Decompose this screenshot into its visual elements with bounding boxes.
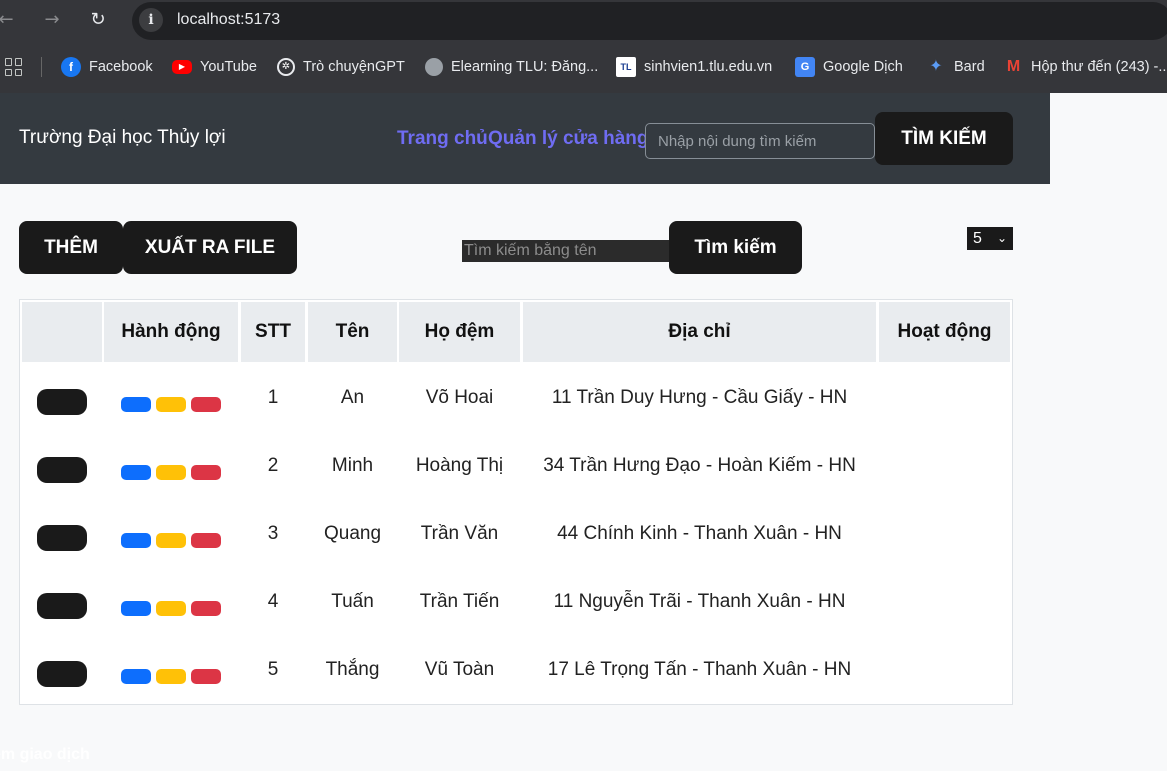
- cell-stt: 4: [267, 591, 279, 612]
- row-select-button[interactable]: [37, 593, 87, 619]
- bookmark-label: YouTube: [200, 59, 257, 75]
- page-size-select[interactable]: 5 ⌄: [967, 227, 1013, 250]
- bookmark-label: Facebook: [89, 59, 153, 75]
- delete-button[interactable]: [191, 669, 221, 684]
- page-size-value: 5: [973, 230, 982, 247]
- address-bar[interactable]: [132, 2, 1167, 40]
- header-search-input[interactable]: [645, 123, 875, 159]
- url-text[interactable]: localhost:5173: [177, 11, 280, 29]
- edit-button[interactable]: [121, 669, 151, 684]
- cell-address: 34 Trần Hưng Đạo - Hoàn Kiếm - HN: [543, 455, 856, 476]
- delete-button[interactable]: [191, 465, 221, 480]
- bookmark-label: Google Dịch: [823, 59, 903, 75]
- cell-name: Quang: [323, 523, 382, 544]
- youtube-icon: ▶: [172, 60, 192, 74]
- bard-icon: ✦: [929, 58, 943, 75]
- bookmark-youtube[interactable]: ▶ YouTube: [172, 56, 257, 78]
- column-header-address: Địa chỉ: [523, 302, 876, 362]
- add-button[interactable]: THÊM: [19, 221, 123, 274]
- globe-icon: [425, 58, 443, 76]
- delete-button[interactable]: [191, 533, 221, 548]
- view-button[interactable]: [156, 533, 186, 548]
- nav-home-link[interactable]: Trang chủ: [397, 128, 488, 150]
- nav-store-management-link[interactable]: Quản lý cửa hàng: [488, 128, 649, 150]
- bookmark-label: Bard: [954, 59, 985, 75]
- view-button[interactable]: [156, 669, 186, 684]
- column-header-middle-name: Họ đệm: [399, 302, 520, 362]
- cell-name: Thắng: [325, 659, 380, 680]
- name-search-input[interactable]: [462, 240, 669, 262]
- cell-name: An: [340, 387, 365, 408]
- bookmark-label: Trò chuyệnGPT: [303, 59, 405, 75]
- cell-stt: 3: [267, 523, 279, 544]
- facebook-icon: f: [61, 57, 81, 77]
- view-button[interactable]: [156, 397, 186, 412]
- edit-button[interactable]: [121, 465, 151, 480]
- brand-title[interactable]: Trường Đại học Thủy lợi: [19, 127, 226, 149]
- forward-arrow-icon[interactable]: →: [40, 8, 64, 32]
- cell-stt: 2: [267, 455, 279, 476]
- column-header-select: [22, 302, 102, 362]
- bookmark-sinhvien[interactable]: TL sinhvien1.tlu.edu.vn: [616, 56, 772, 78]
- site-info-icon[interactable]: [139, 8, 163, 32]
- gmail-icon: M: [1006, 58, 1021, 75]
- bookmark-label: Hộp thư đến (243) -...: [1031, 59, 1167, 75]
- edit-button[interactable]: [121, 601, 151, 616]
- cell-middle-name: Hoàng Thị: [415, 455, 504, 476]
- search-button[interactable]: Tìm kiếm: [669, 221, 802, 274]
- bookmarks-separator: [41, 57, 42, 77]
- footer-text: êm giao dịch: [0, 746, 90, 763]
- column-header-stt: STT: [241, 302, 305, 362]
- row-select-button[interactable]: [37, 389, 87, 415]
- cell-stt: 1: [267, 387, 279, 408]
- cell-middle-name: Trần Văn: [420, 523, 499, 544]
- delete-button[interactable]: [191, 397, 221, 412]
- row-select-button[interactable]: [37, 457, 87, 483]
- bookmark-chatgpt[interactable]: ✲ Trò chuyệnGPT: [277, 56, 405, 78]
- row-select-button[interactable]: [37, 525, 87, 551]
- export-file-button[interactable]: XUẤT RA FILE: [123, 221, 297, 274]
- apps-grid-icon[interactable]: [5, 58, 23, 76]
- cell-address: 11 Nguyễn Trãi - Thanh Xuân - HN: [553, 591, 846, 612]
- edit-button[interactable]: [121, 533, 151, 548]
- delete-button[interactable]: [191, 601, 221, 616]
- tlu-icon: TL: [616, 57, 636, 77]
- bookmark-elearning[interactable]: Elearning TLU: Đăng...: [425, 56, 598, 78]
- cell-name: Minh: [331, 455, 374, 476]
- column-header-activity: Hoạt động: [879, 302, 1010, 362]
- view-button[interactable]: [156, 601, 186, 616]
- header-search-button[interactable]: TÌM KIẾM: [875, 112, 1013, 165]
- cell-middle-name: Võ Hoai: [425, 387, 494, 408]
- chatgpt-icon: ✲: [277, 58, 295, 76]
- cell-middle-name: Trần Tiến: [419, 591, 500, 612]
- cell-address: 11 Trần Duy Hưng - Cầu Giấy - HN: [551, 387, 848, 408]
- column-header-actions: Hành động: [104, 302, 238, 362]
- bookmark-facebook[interactable]: f Facebook: [61, 56, 153, 78]
- edit-button[interactable]: [121, 397, 151, 412]
- reload-icon[interactable]: ↻: [86, 8, 110, 32]
- cell-address: 44 Chính Kinh - Thanh Xuân - HN: [557, 523, 842, 544]
- bookmark-gmail[interactable]: M Hộp thư đến (243) -...: [1004, 56, 1167, 78]
- column-header-name: Tên: [308, 302, 397, 362]
- bookmark-label: Elearning TLU: Đăng...: [451, 59, 599, 75]
- cell-middle-name: Vũ Toàn: [424, 659, 495, 680]
- cell-address: 17 Lê Trọng Tấn - Thanh Xuân - HN: [547, 659, 852, 680]
- bookmark-bard[interactable]: ✦ Bard: [926, 56, 985, 78]
- view-button[interactable]: [156, 465, 186, 480]
- row-select-button[interactable]: [37, 661, 87, 687]
- back-arrow-icon[interactable]: ←: [0, 8, 18, 32]
- chevron-down-icon: ⌄: [996, 231, 1007, 245]
- bookmark-label: sinhvien1.tlu.edu.vn: [644, 59, 773, 75]
- google-translate-icon: G: [795, 57, 815, 77]
- cell-name: Tuấn: [331, 591, 374, 612]
- cell-stt: 5: [267, 659, 279, 680]
- bookmark-google-translate[interactable]: G Google Dịch: [795, 56, 903, 78]
